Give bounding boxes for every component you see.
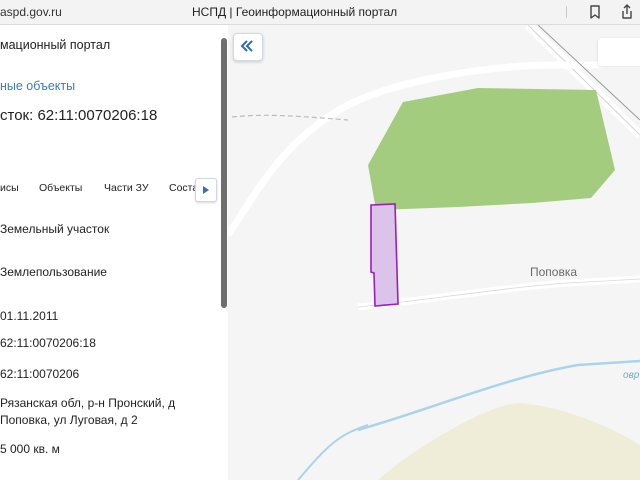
field-address-line1: Рязанская обл, р-н Пронский, д (0, 396, 176, 410)
panel-scrollbar[interactable] (221, 38, 227, 308)
info-tabs: исы Объекты Части ЗУ Соста (0, 178, 222, 202)
map-view[interactable]: Поповка овр (228, 25, 640, 480)
tab-descriptions[interactable]: исы (0, 182, 19, 194)
field-registration-date: 01.11.2011 (0, 309, 59, 323)
place-label-popovka: Поповка (530, 265, 578, 279)
page-title-tab: НСПД | Геоинформационный портал (192, 5, 398, 19)
related-objects-link[interactable]: ные объекты (0, 79, 75, 93)
bookmark-icon[interactable] (586, 3, 604, 21)
field-object-subtype: Землепользование (0, 265, 107, 279)
portal-title: мационный портал (0, 38, 111, 52)
stream-branch (297, 424, 369, 480)
field-object-type: Земельный участок (0, 222, 110, 236)
field-area-shape (378, 403, 640, 480)
field-cadastral-number: 62:11:0070206:18 (0, 336, 96, 350)
field-address-line2: Поповка, ул Луговая, д 2 (0, 413, 138, 427)
triangle-right-icon (203, 186, 209, 194)
road-popovka (357, 275, 640, 311)
parcel-heading: сток: 62:11:0070206:18 (0, 107, 158, 124)
tab-objects[interactable]: Объекты (39, 182, 82, 194)
map-control-card[interactable] (598, 38, 640, 66)
toolbar-divider (566, 6, 567, 18)
map-canvas (228, 25, 640, 480)
info-panel: мационный портал ные объекты сток: 62:11… (0, 25, 222, 480)
browser-toolbar: aspd.gov.ru НСПД | Геоинформационный пор… (0, 0, 640, 25)
address-bar-url[interactable]: aspd.gov.ru (0, 5, 62, 19)
collapse-panel-button[interactable] (233, 33, 263, 61)
double-chevron-left-icon (240, 40, 253, 52)
selected-parcel (370, 203, 399, 307)
field-area: 5 000 кв. м (0, 442, 60, 456)
field-cadastral-quarter: 62:11:0070206 (0, 367, 80, 381)
forest-area (368, 88, 615, 210)
river-label: овр (623, 370, 640, 381)
tab-composition[interactable]: Соста (169, 182, 198, 194)
tab-parcel-parts[interactable]: Части ЗУ (104, 182, 149, 194)
tabs-scroll-right-button[interactable] (195, 178, 217, 202)
share-icon[interactable] (618, 3, 636, 21)
